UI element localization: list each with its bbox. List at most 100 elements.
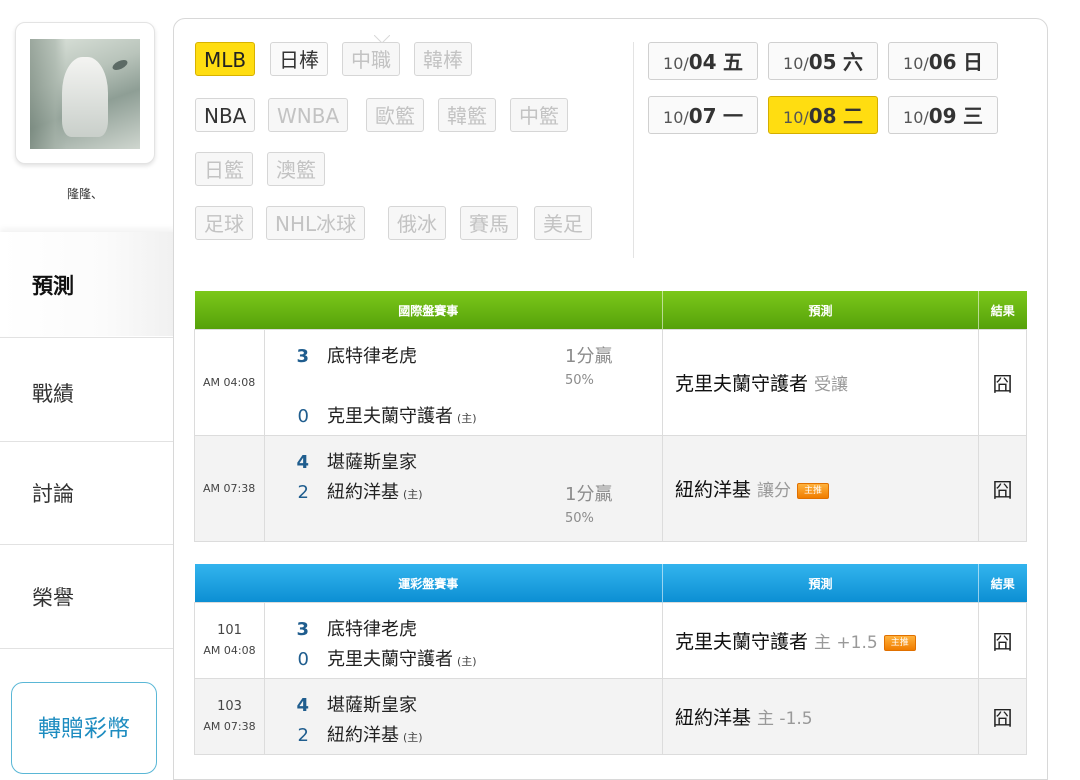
away-score: 4 [296,452,309,473]
home-team: 紐約洋基 [327,725,399,746]
sport-chip-nbl[interactable]: 澳籃 [267,152,325,186]
game-number: 103 [217,698,242,714]
home-tag: (主) [457,412,477,425]
prediction-cell: 克里夫蘭守護者主 +1.5 主推 [662,602,980,679]
sport-chip-khl[interactable]: 俄冰 [388,206,446,240]
nav-label: 討論 [32,482,74,506]
sport-chip-soccer[interactable]: 足球 [195,206,253,240]
date-month: 10/ [903,54,929,73]
odds-text: 1分贏 [565,346,613,367]
result-cell: 囧 [978,678,1028,755]
header-match: 國際盤賽事 [194,291,664,330]
sport-chip-nhl[interactable]: NHL冰球 [266,206,366,240]
match-cell: 3 底特律老虎 0 克里夫蘭守護者 (主) [263,602,664,679]
odds-text: 1分贏 [565,484,613,505]
game-number-time: 103 AM 07:38 [194,678,265,755]
date-weekday: 五 [722,50,743,74]
nav-label: 榮譽 [32,586,74,610]
home-tag: (主) [457,655,477,668]
nav-item-honors[interactable]: 榮譽 [0,544,176,649]
sport-chip-cba[interactable]: 中籃 [510,98,568,132]
date-day: 04 [688,50,717,74]
away-score: 3 [296,346,309,367]
match-cell: 4 堪薩斯皇家 2 紐約洋基 (主) [263,678,664,755]
prediction-cell: 紐約洋基主 -1.5 [662,678,980,755]
date-day: 06 [928,50,957,74]
nav-label: 戰績 [32,382,74,406]
sport-chip-nfl[interactable]: 美足 [534,206,592,240]
date-chip-1007[interactable]: 10/07 一 [648,96,758,134]
gift-coins-button[interactable]: 轉贈彩幣 [11,682,157,774]
date-month: 10/ [783,54,809,73]
sport-chip-npb[interactable]: 日棒 [270,42,328,76]
home-score: 2 [297,482,309,503]
away-score: 4 [296,695,309,716]
pick-note: 主 +1.5 [814,633,878,653]
avatar-card[interactable] [15,22,155,164]
date-chip-1004[interactable]: 10/04 五 [648,42,758,80]
sport-chip-kbl[interactable]: 韓籃 [438,98,496,132]
game-time: AM 07:38 [203,719,256,733]
date-weekday: 二 [842,104,863,128]
pick-note: 讓分 [757,481,792,501]
game-time: AM 04:08 [203,643,256,657]
game-time: AM 07:38 [194,435,265,542]
date-chip-1005[interactable]: 10/05 六 [768,42,878,80]
username: 隆隆、 [66,187,103,201]
table-row[interactable]: 101 AM 04:08 3 底特律老虎 0 克里夫蘭守護者 (主) 克里夫蘭守護者主 … [194,602,1028,679]
nav-item-predictions[interactable]: 預測 [0,232,176,336]
sport-chip-horse-racing[interactable]: 賽馬 [460,206,518,240]
pick-team: 克里夫蘭守護者 [675,373,809,395]
pick-team: 紐約洋基 [675,479,752,501]
table-header-row: 國際盤賽事 預測 結果 [194,291,1027,330]
match-cell: 4 堪薩斯皇家 2 紐約洋基 (主) 1分贏 50% [263,435,664,542]
sport-chip-cpbl[interactable]: 中職 [342,42,400,76]
header-result: 結果 [978,291,1027,330]
avatar-tree-shape [30,39,66,149]
nav-item-discussion[interactable]: 討論 [0,440,176,545]
table-row[interactable]: AM 07:38 4 堪薩斯皇家 2 紐約洋基 (主) 1分贏 50% 紐約洋基 讓分 主推… [194,435,1028,542]
sport-chip-nba[interactable]: NBA [195,98,256,132]
home-tag: (主) [403,488,423,501]
date-chip-1006[interactable]: 10/06 日 [888,42,998,80]
game-number-time: 101 AM 04:08 [194,602,265,679]
pick-team: 紐約洋基 [675,707,752,729]
date-chip-1009[interactable]: 10/09 三 [888,96,998,134]
result-cell: 囧 [978,435,1028,542]
nav-item-record[interactable]: 戰績 [0,337,176,442]
date-chip-1008[interactable]: 10/08 二 [768,96,878,134]
gift-coins-label: 轉贈彩幣 [38,716,130,742]
away-score: 3 [296,619,309,640]
sport-chip-euro-basketball[interactable]: 歐籃 [366,98,424,132]
avatar[interactable] [30,39,140,149]
away-team: 底特律老虎 [327,346,417,367]
sport-chip-wnba[interactable]: WNBA [268,98,349,132]
filter-divider [633,42,634,258]
odds-percent: 50% [565,511,594,526]
table-row[interactable]: 103 AM 07:38 4 堪薩斯皇家 2 紐約洋基 (主) 紐約洋基主 -1.5 囧 [194,678,1028,755]
sport-chip-jbl[interactable]: 日籃 [195,152,253,186]
home-team: 克里夫蘭守護者 [327,649,453,670]
avatar-figure-shape [62,57,108,137]
header-match: 運彩盤賽事 [194,564,664,603]
game-number: 101 [217,622,242,638]
match-cell: 3 底特律老虎 0 克里夫蘭守護者 (主) 1分贏 50% [263,329,664,436]
date-day: 09 [928,104,957,128]
date-day: 05 [808,50,837,74]
lottery-predictions-table: 運彩盤賽事 預測 結果 101 AM 04:08 3 底特律老虎 0 克里夫蘭守護者 (… [194,564,1028,755]
sport-chip-mlb[interactable]: MLB [195,42,256,76]
prediction-cell: 紐約洋基 讓分 主推 [662,435,980,542]
game-time: AM 04:08 [194,329,265,436]
date-weekday: 一 [722,104,743,128]
date-month: 10/ [663,108,689,127]
pick-team: 克里夫蘭守護者 [675,631,809,653]
result-cell: 囧 [978,329,1028,436]
date-day: 07 [688,104,717,128]
header-result: 結果 [978,564,1027,603]
result-cell: 囧 [978,602,1028,679]
featured-pick-badge: 主推 [883,634,916,651]
table-header-row: 運彩盤賽事 預測 結果 [194,564,1027,603]
table-row[interactable]: AM 04:08 3 底特律老虎 0 克里夫蘭守護者 (主) 1分贏 50% 克里夫蘭守… [194,329,1028,436]
sport-chip-kbo[interactable]: 韓棒 [414,42,472,76]
pick-note: 受讓 [814,375,849,395]
